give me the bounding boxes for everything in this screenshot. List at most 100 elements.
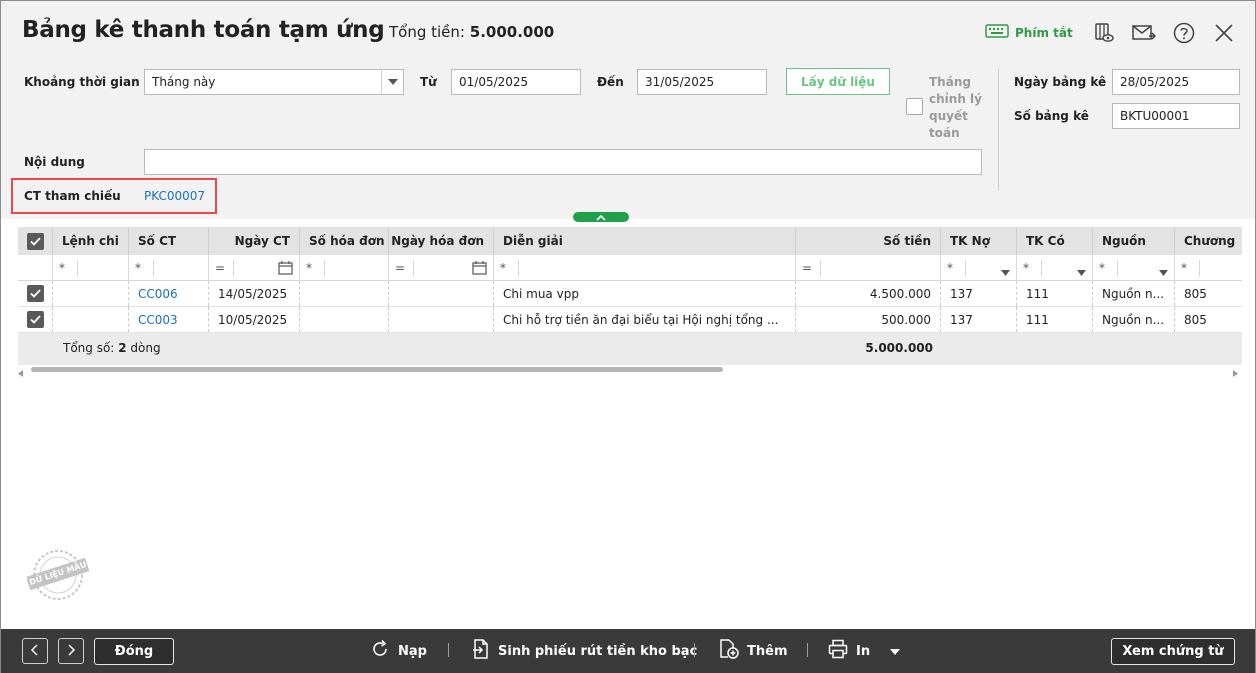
fetch-data-button[interactable]: Lấy dữ liệu <box>786 68 890 95</box>
close-button[interactable]: Đóng <box>94 638 174 665</box>
next-button[interactable] <box>58 638 84 664</box>
scroll-right-icon[interactable] <box>1232 366 1238 380</box>
help-icon[interactable] <box>1172 21 1196 45</box>
ref-link[interactable]: PKC00007 <box>144 189 205 203</box>
col-header-so-hoa-don[interactable]: Số hóa đơn <box>300 227 389 255</box>
chevron-down-icon[interactable] <box>1159 265 1168 279</box>
filter-operator[interactable]: * <box>947 261 953 275</box>
filter-so-tien[interactable]: = <box>796 255 941 280</box>
sample-data-stamp: DỮ LIỆU MẪU <box>26 549 90 601</box>
header-panel: Bảng kê thanh toán tạm ứng Tổng tiền: 5.… <box>1 1 1255 219</box>
grid-filter-row: * * = * = * = * * * * <box>18 255 1242 281</box>
from-date-input[interactable]: 01/05/2025 <box>451 69 581 95</box>
cell-so-tien: 4.500.000 <box>796 281 941 306</box>
cell-lenh-chi <box>53 307 129 332</box>
filter-so-ct[interactable]: * <box>129 255 209 280</box>
checkbox-checked-icon[interactable] <box>26 311 44 328</box>
calendar-icon[interactable] <box>472 261 487 278</box>
content-label: Nội dung <box>24 155 85 169</box>
filter-divider <box>324 260 325 277</box>
toolbar-separator <box>807 643 808 657</box>
col-header-lenh-chi[interactable]: Lệnh chi <box>53 227 129 255</box>
view-voucher-button[interactable]: Xem chứng từ <box>1111 638 1235 665</box>
filter-tk-co[interactable]: * <box>1017 255 1093 280</box>
print-button[interactable]: In <box>828 639 901 662</box>
filter-dien-giai[interactable]: * <box>494 255 796 280</box>
cell-so-ct[interactable]: CC003 <box>129 307 209 332</box>
filter-ngay-ct[interactable]: = <box>209 255 300 280</box>
generate-treasury-voucher-button[interactable]: Sinh phiếu rút tiền kho bạc <box>472 639 697 662</box>
filter-operator[interactable]: * <box>135 261 141 275</box>
filter-operator[interactable]: * <box>306 261 312 275</box>
filter-operator[interactable]: * <box>500 261 506 275</box>
cell-tk-co: 111 <box>1017 281 1093 306</box>
filter-operator[interactable]: = <box>802 261 812 275</box>
collapse-header-button[interactable] <box>573 212 629 222</box>
chevron-down-icon[interactable] <box>1077 265 1086 279</box>
filter-operator[interactable]: * <box>1099 261 1105 275</box>
keyboard-icon <box>985 24 1009 41</box>
calendar-icon[interactable] <box>278 261 293 278</box>
col-header-ngay-ct[interactable]: Ngày CT <box>209 227 300 255</box>
filter-operator[interactable]: * <box>1181 261 1187 275</box>
report-date-input[interactable]: 28/05/2025 <box>1112 69 1240 95</box>
table-row[interactable]: CC003 10/05/2025 Chi hỗ trợ tiền ăn đại … <box>18 307 1242 333</box>
filter-divider <box>1117 260 1118 277</box>
chevron-down-icon[interactable] <box>381 70 403 94</box>
reload-button[interactable]: Nạp <box>370 639 427 663</box>
view-settings-icon[interactable] <box>1092 21 1116 45</box>
chevron-down-icon[interactable] <box>890 644 901 659</box>
col-header-ngay-hoa-don[interactable]: Ngày hóa đơn <box>389 227 494 255</box>
select-all-cell[interactable] <box>18 227 53 255</box>
cell-so-hoa-don <box>300 307 389 332</box>
checkbox-checked-icon[interactable] <box>26 232 44 250</box>
col-header-nguon[interactable]: Nguồn <box>1093 227 1175 255</box>
filter-nguon[interactable]: * <box>1093 255 1175 280</box>
col-header-dien-giai[interactable]: Diễn giải <box>494 227 796 255</box>
shortcut-button[interactable]: Phím tắt <box>985 24 1073 41</box>
row-checkbox-cell[interactable] <box>18 281 53 306</box>
email-icon[interactable] <box>1132 21 1156 45</box>
cell-so-ct[interactable]: CC006 <box>129 281 209 306</box>
filter-so-hoa-don[interactable]: * <box>300 255 389 280</box>
row-checkbox-cell[interactable] <box>18 307 53 332</box>
close-icon[interactable] <box>1212 21 1236 45</box>
col-header-so-tien[interactable]: Số tiền <box>796 227 941 255</box>
col-header-so-ct[interactable]: Số CT <box>129 227 209 255</box>
chevron-down-icon[interactable] <box>1001 265 1010 279</box>
refresh-icon <box>370 639 390 663</box>
col-header-tk-co[interactable]: TK Có <box>1017 227 1093 255</box>
filter-ngay-hoa-don[interactable]: = <box>389 255 494 280</box>
total-label: Tổng tiền: <box>389 23 465 41</box>
cell-chuong: 805 <box>1184 286 1207 301</box>
period-select[interactable]: Tháng này <box>144 69 404 95</box>
filter-operator[interactable]: * <box>1023 261 1029 275</box>
report-no-input[interactable]: BKTU00001 <box>1112 103 1240 129</box>
cell-lenh-chi <box>53 281 129 306</box>
checkbox-checked-icon[interactable] <box>26 285 44 302</box>
horizontal-scrollbar[interactable] <box>18 365 1242 377</box>
filter-chuong[interactable]: * <box>1175 255 1242 280</box>
add-label: Thêm <box>747 643 788 659</box>
col-header-tk-no[interactable]: TK Nợ <box>941 227 1017 255</box>
filter-divider <box>820 260 821 277</box>
filter-operator[interactable]: = <box>215 261 225 275</box>
cell-dien-giai: Chi hỗ trợ tiền ăn đại biểu tại Hội nghị… <box>494 307 796 332</box>
payment-advance-window: Bảng kê thanh toán tạm ứng Tổng tiền: 5.… <box>0 0 1256 673</box>
filter-operator[interactable]: = <box>395 261 405 275</box>
add-button[interactable]: Thêm <box>719 639 788 662</box>
scroll-thumb[interactable] <box>31 367 723 372</box>
period-label: Khoảng thời gian <box>24 75 140 89</box>
footer-count-value: 2 <box>118 341 127 355</box>
col-header-chuong[interactable]: Chương <box>1175 227 1242 255</box>
previous-button[interactable] <box>22 638 48 664</box>
filter-lenh-chi[interactable]: * <box>53 255 129 280</box>
to-date-input[interactable]: 31/05/2025 <box>637 69 767 95</box>
content-input[interactable] <box>144 149 982 175</box>
filter-tk-no[interactable]: * <box>941 255 1017 280</box>
table-row[interactable]: CC006 14/05/2025 Chi mua vpp 4.500.000 1… <box>18 281 1242 307</box>
filter-operator[interactable]: * <box>59 261 65 275</box>
scroll-left-icon[interactable] <box>18 366 24 380</box>
adjust-month-checkbox[interactable] <box>906 98 923 115</box>
form-divider <box>998 69 999 191</box>
